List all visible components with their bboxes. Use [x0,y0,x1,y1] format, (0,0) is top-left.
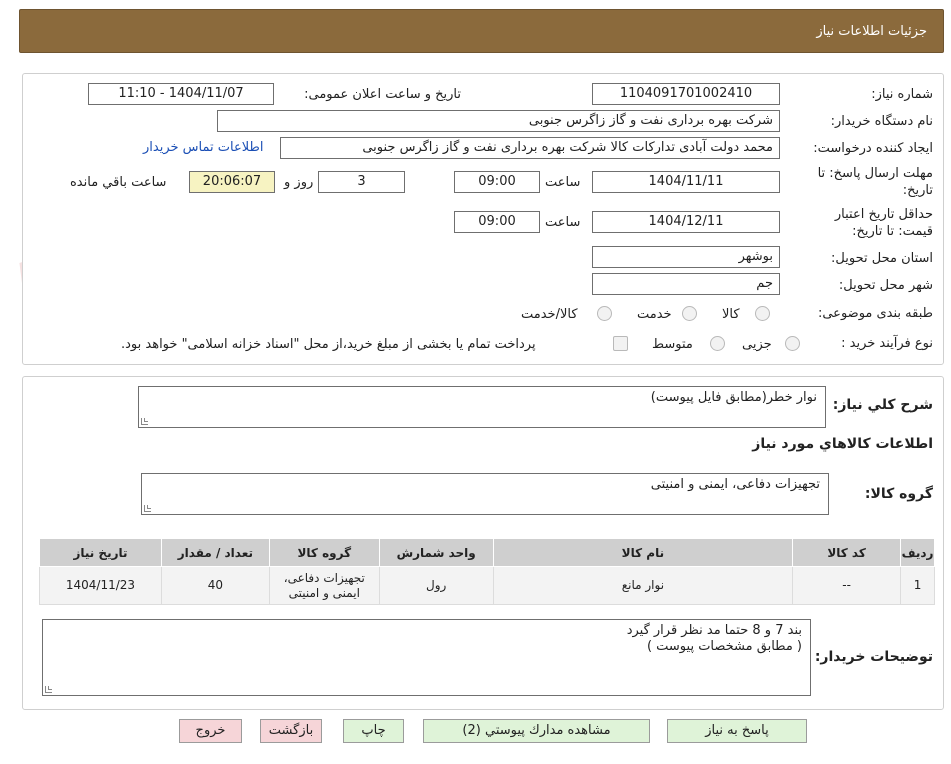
page-header: جزئیات اطلاعات نیاز [19,9,944,53]
category-radio-goods[interactable] [755,306,770,321]
process-option-medium: متوسط [652,337,693,352]
category-label: طبقه بندی موضوعی: [817,306,933,321]
process-label: نوع فرآیند خرید : [841,336,933,351]
days-field: 3 [318,171,405,193]
reply-button[interactable]: پاسخ به نیاز [667,719,807,743]
creator-label: ایجاد کننده درخواست: [813,141,933,156]
city-field: جم [592,273,780,295]
goods-group-label: گروه كالا: [864,486,933,502]
resize-grip-icon[interactable] [45,686,52,693]
treasury-payment-note: پرداخت تمام یا بخشی از مبلغ خرید،از محل … [121,337,536,352]
province-label: استان محل تحویل: [831,251,933,266]
buyer-notes-line-2: ( مطابق مشخصات پیوست ) [646,639,802,654]
view-attachments-button[interactable]: مشاهده مدارك پیوستي (2) [423,719,650,743]
buyer-contact-link[interactable]: اطلاعات تماس خریدار [143,140,263,155]
treasury-payment-checkbox[interactable] [613,336,628,351]
summary-text: نوار خطر(مطابق فایل پیوست) [650,390,817,405]
city-label: شهر محل تحویل: [838,278,933,293]
cell-group: تجهیزات دفاعی، ایمنی و امنیتی [268,566,380,605]
cell-name: نوار مانع [492,566,794,605]
category-option-goods: کالا [722,307,740,322]
col-group-header: گروه کالا [268,538,380,567]
need-number-label: شماره نیاز: [871,87,933,102]
deadline-time-label: ساعت [545,175,581,190]
remaining-label: ساعت باقي مانده [70,175,167,190]
goods-table-header: ردیف کد کالا نام کالا واحد شمارش گروه کا… [39,538,935,567]
col-unit-header: واحد شمارش [378,538,494,567]
buyer-notes-textarea[interactable]: بند 7 و 8 حتما مد نظر قرار گیرد ( مطابق … [42,619,811,696]
cell-quantity: 40 [160,566,270,605]
process-radio-medium[interactable] [710,336,725,351]
deadline-label-2: تاریخ: [902,183,933,198]
goods-section-title: اطلاعات كالاهاي مورد نیاز [752,436,933,452]
goods-table: ردیف کد کالا نام کالا واحد شمارش گروه کا… [39,538,935,605]
remaining-time-field: 20:06:07 [189,171,275,193]
need-number-field: 1104091701002410 [592,83,780,105]
validity-label-1: حداقل تاریخ اعتبار [834,207,933,222]
validity-time-field: 09:00 [454,211,540,233]
print-button[interactable]: چاپ [343,719,404,743]
summary-label: شرح كلي نیاز: [832,397,933,413]
cell-unit: رول [378,566,494,605]
category-option-goods-service: کالا/خدمت [521,307,578,322]
table-row: 1 -- نوار مانع رول تجهیزات دفاعی، ایمنی … [39,566,935,605]
category-option-service: خدمت [637,307,672,322]
announce-field: 1404/11/07 - 11:10 [88,83,274,105]
col-date-header: تاریخ نیاز [39,538,162,567]
resize-grip-icon[interactable] [141,418,148,425]
col-code-header: کد کالا [792,538,902,567]
col-name-header: نام کالا [492,538,794,567]
deadline-label-1: مهلت ارسال پاسخ: تا [817,166,933,181]
cell-date: 1404/11/23 [39,566,162,605]
validity-label-2: قیمت: تا تاریخ: [852,224,933,239]
buyer-notes-label: توضیحات خریدار: [814,649,933,665]
buyer-org-field: شرکت بهره برداری نفت و گاز زاگرس جنوبی [217,110,780,132]
goods-group-text: تجهیزات دفاعی، ایمنی و امنیتی [650,477,820,492]
buyer-notes-line-1: بند 7 و 8 حتما مد نظر قرار گیرد [626,623,802,638]
announce-label: تاریخ و ساعت اعلان عمومی: [304,87,461,102]
cell-code: -- [792,566,902,605]
buyer-org-label: نام دستگاه خریدار: [830,114,933,129]
summary-textarea[interactable]: نوار خطر(مطابق فایل پیوست) [138,386,826,428]
cell-row: 1 [900,566,935,605]
province-field: بوشهر [592,246,780,268]
creator-field: محمد دولت آبادی تداركات كالا شرکت بهره ب… [280,137,780,159]
validity-time-label: ساعت [545,215,581,230]
back-button[interactable]: بازگشت [260,719,322,743]
days-label: روز و [284,175,314,190]
process-option-minor: جزیی [742,337,772,352]
category-radio-service[interactable] [682,306,697,321]
col-row-header: ردیف [900,538,935,567]
validity-date-field: 1404/12/11 [592,211,780,233]
category-radio-goods-service[interactable] [597,306,612,321]
exit-button[interactable]: خروج [179,719,242,743]
deadline-time-field: 09:00 [454,171,540,193]
resize-grip-icon[interactable] [144,505,151,512]
deadline-date-field: 1404/11/11 [592,171,780,193]
process-radio-minor[interactable] [785,336,800,351]
page-title: جزئیات اطلاعات نیاز [816,24,927,39]
goods-group-textarea[interactable]: تجهیزات دفاعی، ایمنی و امنیتی [141,473,829,515]
col-quantity-header: تعداد / مقدار [160,538,270,567]
